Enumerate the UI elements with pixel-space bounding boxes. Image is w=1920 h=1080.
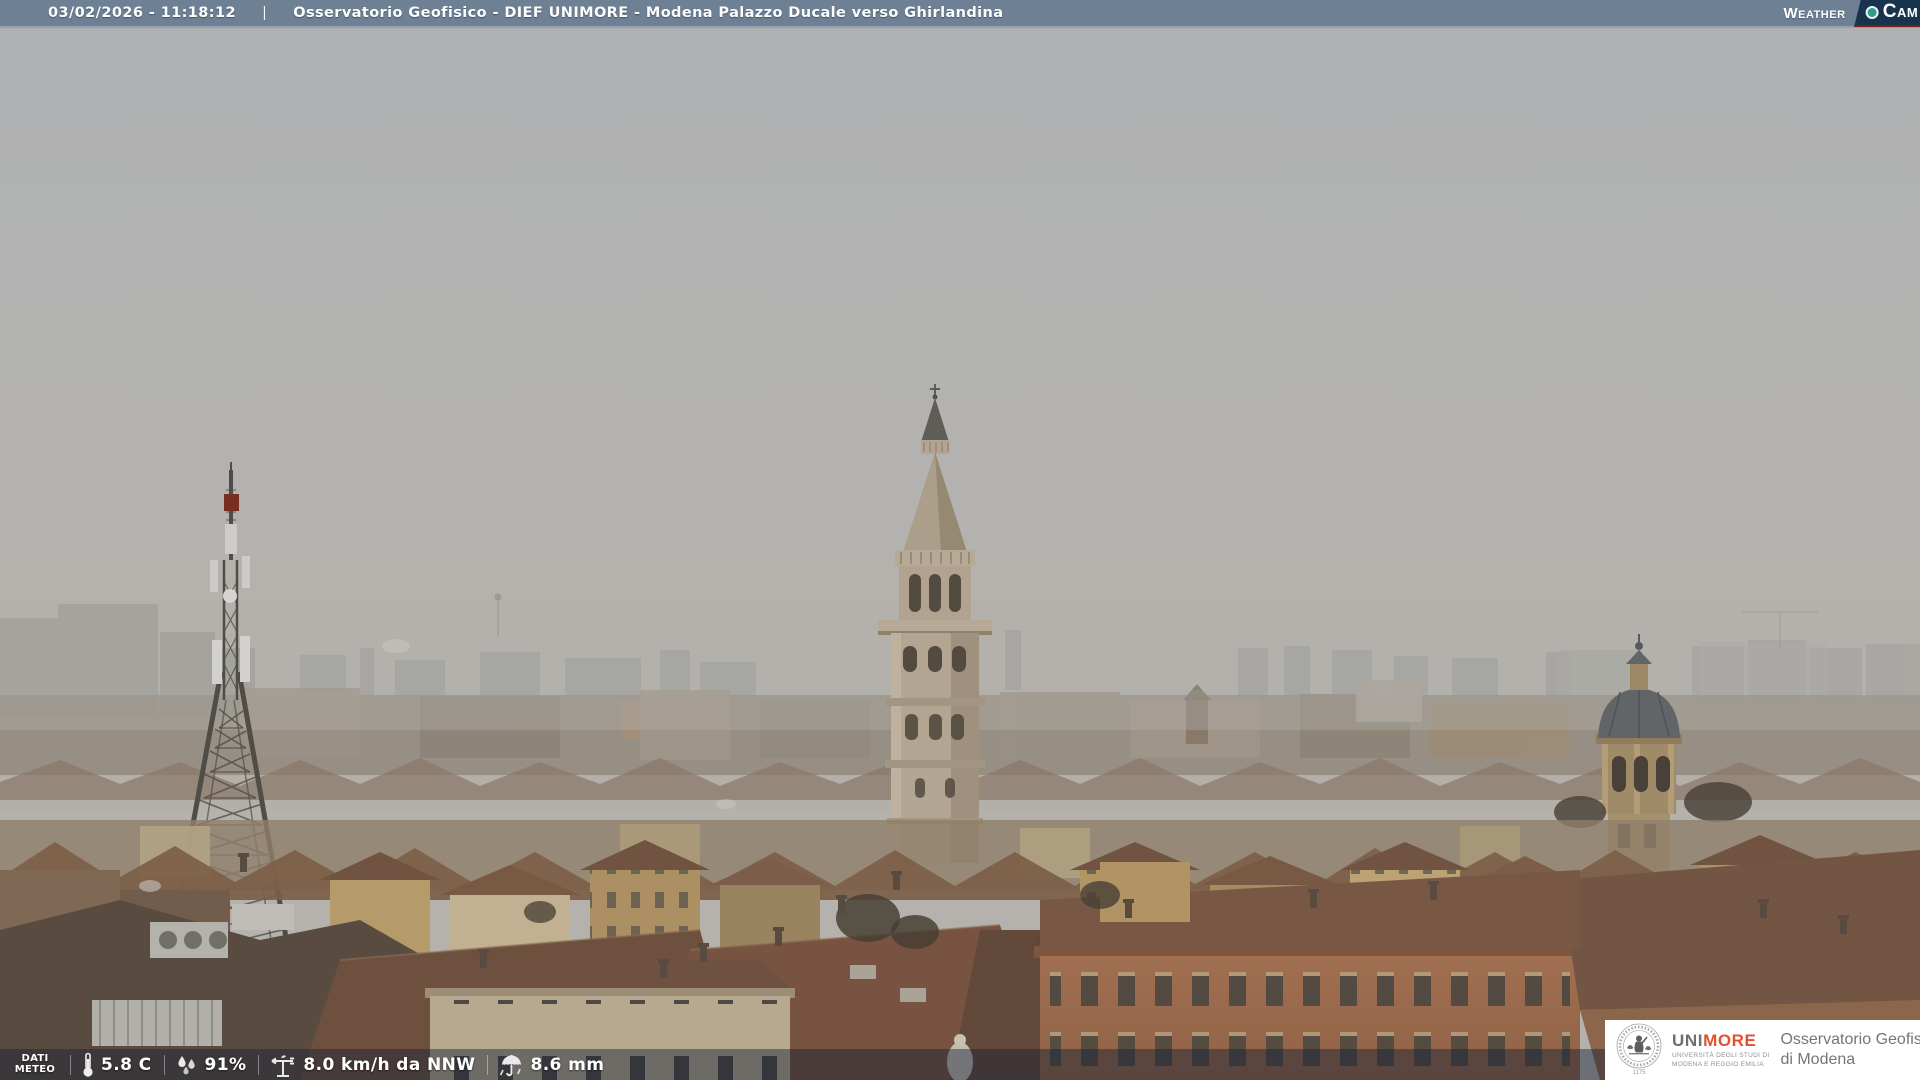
temperature-value: 5.8 C	[101, 1055, 152, 1075]
divider	[164, 1055, 165, 1075]
weathervane-icon	[269, 1052, 297, 1078]
page-title: Osservatorio Geofisico - DIEF UNIMORE - …	[293, 5, 1003, 21]
header-bar: 03/02/2026 - 11:18:12 | Osservatorio Geo…	[0, 0, 1920, 28]
divider	[258, 1055, 259, 1075]
unimore-subtitle-line1: UNIVERSITÀ DEGLI STUDI DI	[1672, 1052, 1769, 1060]
weather-data-label-line2: METEO	[0, 1065, 70, 1076]
observatory-name-line2: di Modena	[1780, 1050, 1920, 1070]
weathercam-weather-label: Weather	[1783, 5, 1845, 22]
unimore-wordmark: UNIMORE UNIVERSITÀ DEGLI STUDI DI MODENA…	[1672, 1032, 1769, 1069]
seal-year: 1175	[1633, 1070, 1647, 1076]
humidity-drops-icon	[175, 1053, 199, 1077]
unimore-subtitle-line2: MODENA E REGGIO EMILIA	[1672, 1061, 1769, 1069]
weather-data-label: DATI METEO	[0, 1054, 70, 1075]
thermometer-icon	[81, 1052, 95, 1078]
humidity-item: 91%	[175, 1053, 247, 1077]
unimore-more-text: MORE	[1703, 1031, 1756, 1050]
observatory-name: Osservatorio Geofisico di Modena	[1780, 1030, 1920, 1070]
header-separator: |	[262, 5, 267, 21]
humidity-value: 91%	[205, 1055, 247, 1075]
timestamp: 03/02/2026 - 11:18:12	[48, 5, 236, 21]
wind-item: 8.0 km/h da NNW	[269, 1052, 475, 1078]
divider	[70, 1055, 71, 1075]
weathercam-logo[interactable]: Weather Cam	[1783, 0, 1920, 26]
weather-data-label-line1: DATI	[0, 1054, 70, 1065]
unimore-panel[interactable]: 1175 UNIMORE UNIVERSITÀ DEGLI STUDI DI M…	[1605, 1020, 1920, 1080]
weathercam-cam-box: Cam	[1854, 0, 1920, 27]
unimore-uni-text: UNI	[1672, 1031, 1703, 1050]
observatory-name-line1: Osservatorio Geofisico	[1780, 1030, 1920, 1050]
unimore-crest-icon: 1175	[1615, 1022, 1663, 1078]
webcam-photo	[0, 0, 1920, 1080]
wind-value: 8.0 km/h da NNW	[303, 1055, 475, 1075]
weathercam-dot-icon	[1865, 6, 1878, 19]
divider	[487, 1055, 488, 1075]
umbrella-rain-icon	[498, 1052, 524, 1078]
rain-item: 8.6 mm	[498, 1052, 604, 1078]
temperature-item: 5.8 C	[81, 1052, 152, 1078]
weathercam-cam-label: Cam	[1882, 1, 1917, 23]
rain-value: 8.6 mm	[530, 1055, 604, 1075]
